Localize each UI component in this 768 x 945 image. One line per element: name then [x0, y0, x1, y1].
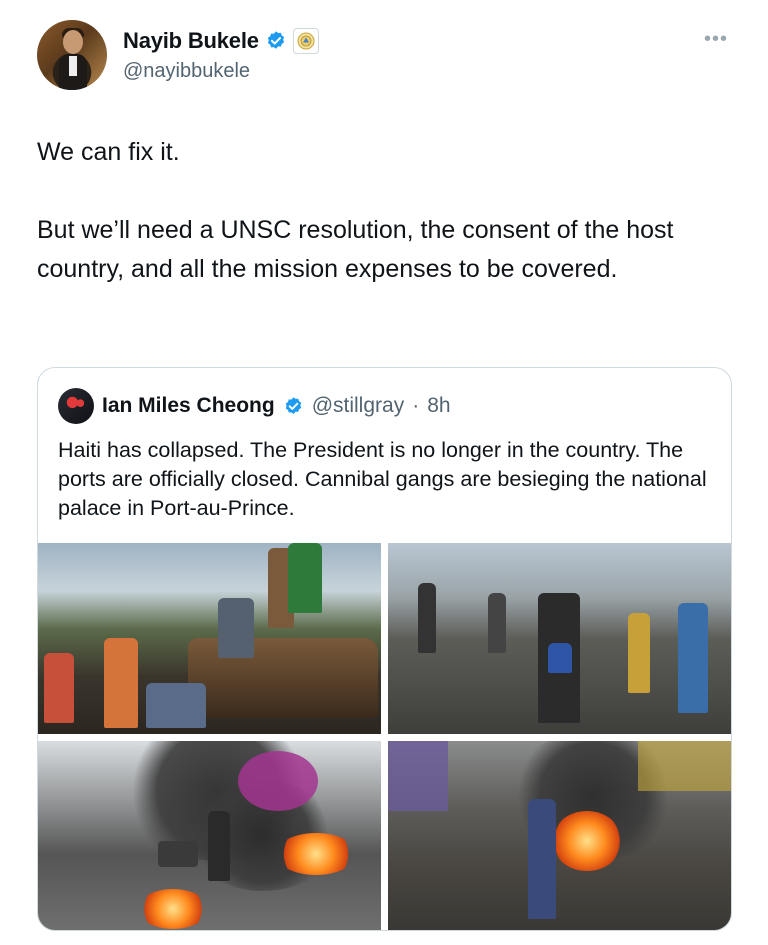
quoted-author-name[interactable]: Ian Miles Cheong	[102, 394, 275, 418]
tweet-header: Nayib Bukele @nayibbukele •••	[37, 20, 732, 94]
tweet-paragraph-2: But we’ll need a UNSC resolution, the co…	[37, 216, 674, 283]
government-seal-icon[interactable]	[292, 28, 319, 54]
media-photo-3[interactable]	[38, 741, 381, 930]
media-photo-4[interactable]	[388, 741, 731, 930]
quoted-timestamp[interactable]: 8h	[427, 394, 450, 418]
verified-badge-icon	[267, 31, 284, 49]
media-photo-2[interactable]	[388, 543, 731, 734]
tweet-text: We can fix it. But we’ll need a UNSC res…	[37, 133, 727, 289]
author-name[interactable]: Nayib Bukele	[123, 28, 259, 54]
quoted-text: Haiti has collapsed. The President is no…	[58, 438, 707, 520]
author-name-row: Nayib Bukele	[123, 28, 319, 54]
author-handle[interactable]: @nayibbukele	[123, 60, 250, 83]
verified-badge-icon	[285, 396, 301, 414]
media-photo-1[interactable]	[38, 543, 381, 734]
quoted-header: Ian Miles Cheong @stillgray · 8h	[58, 388, 451, 424]
quoted-tweet[interactable]: Ian Miles Cheong @stillgray · 8h Haiti h…	[37, 367, 732, 931]
media-grid	[38, 543, 731, 930]
time-separator: ·	[412, 394, 420, 417]
author-avatar[interactable]	[37, 20, 107, 90]
quoted-avatar[interactable]	[58, 388, 94, 424]
tweet-paragraph-1: We can fix it.	[37, 138, 180, 166]
quoted-author-handle[interactable]: @stillgray	[312, 394, 405, 418]
more-horizontal-icon[interactable]: •••	[704, 28, 728, 51]
